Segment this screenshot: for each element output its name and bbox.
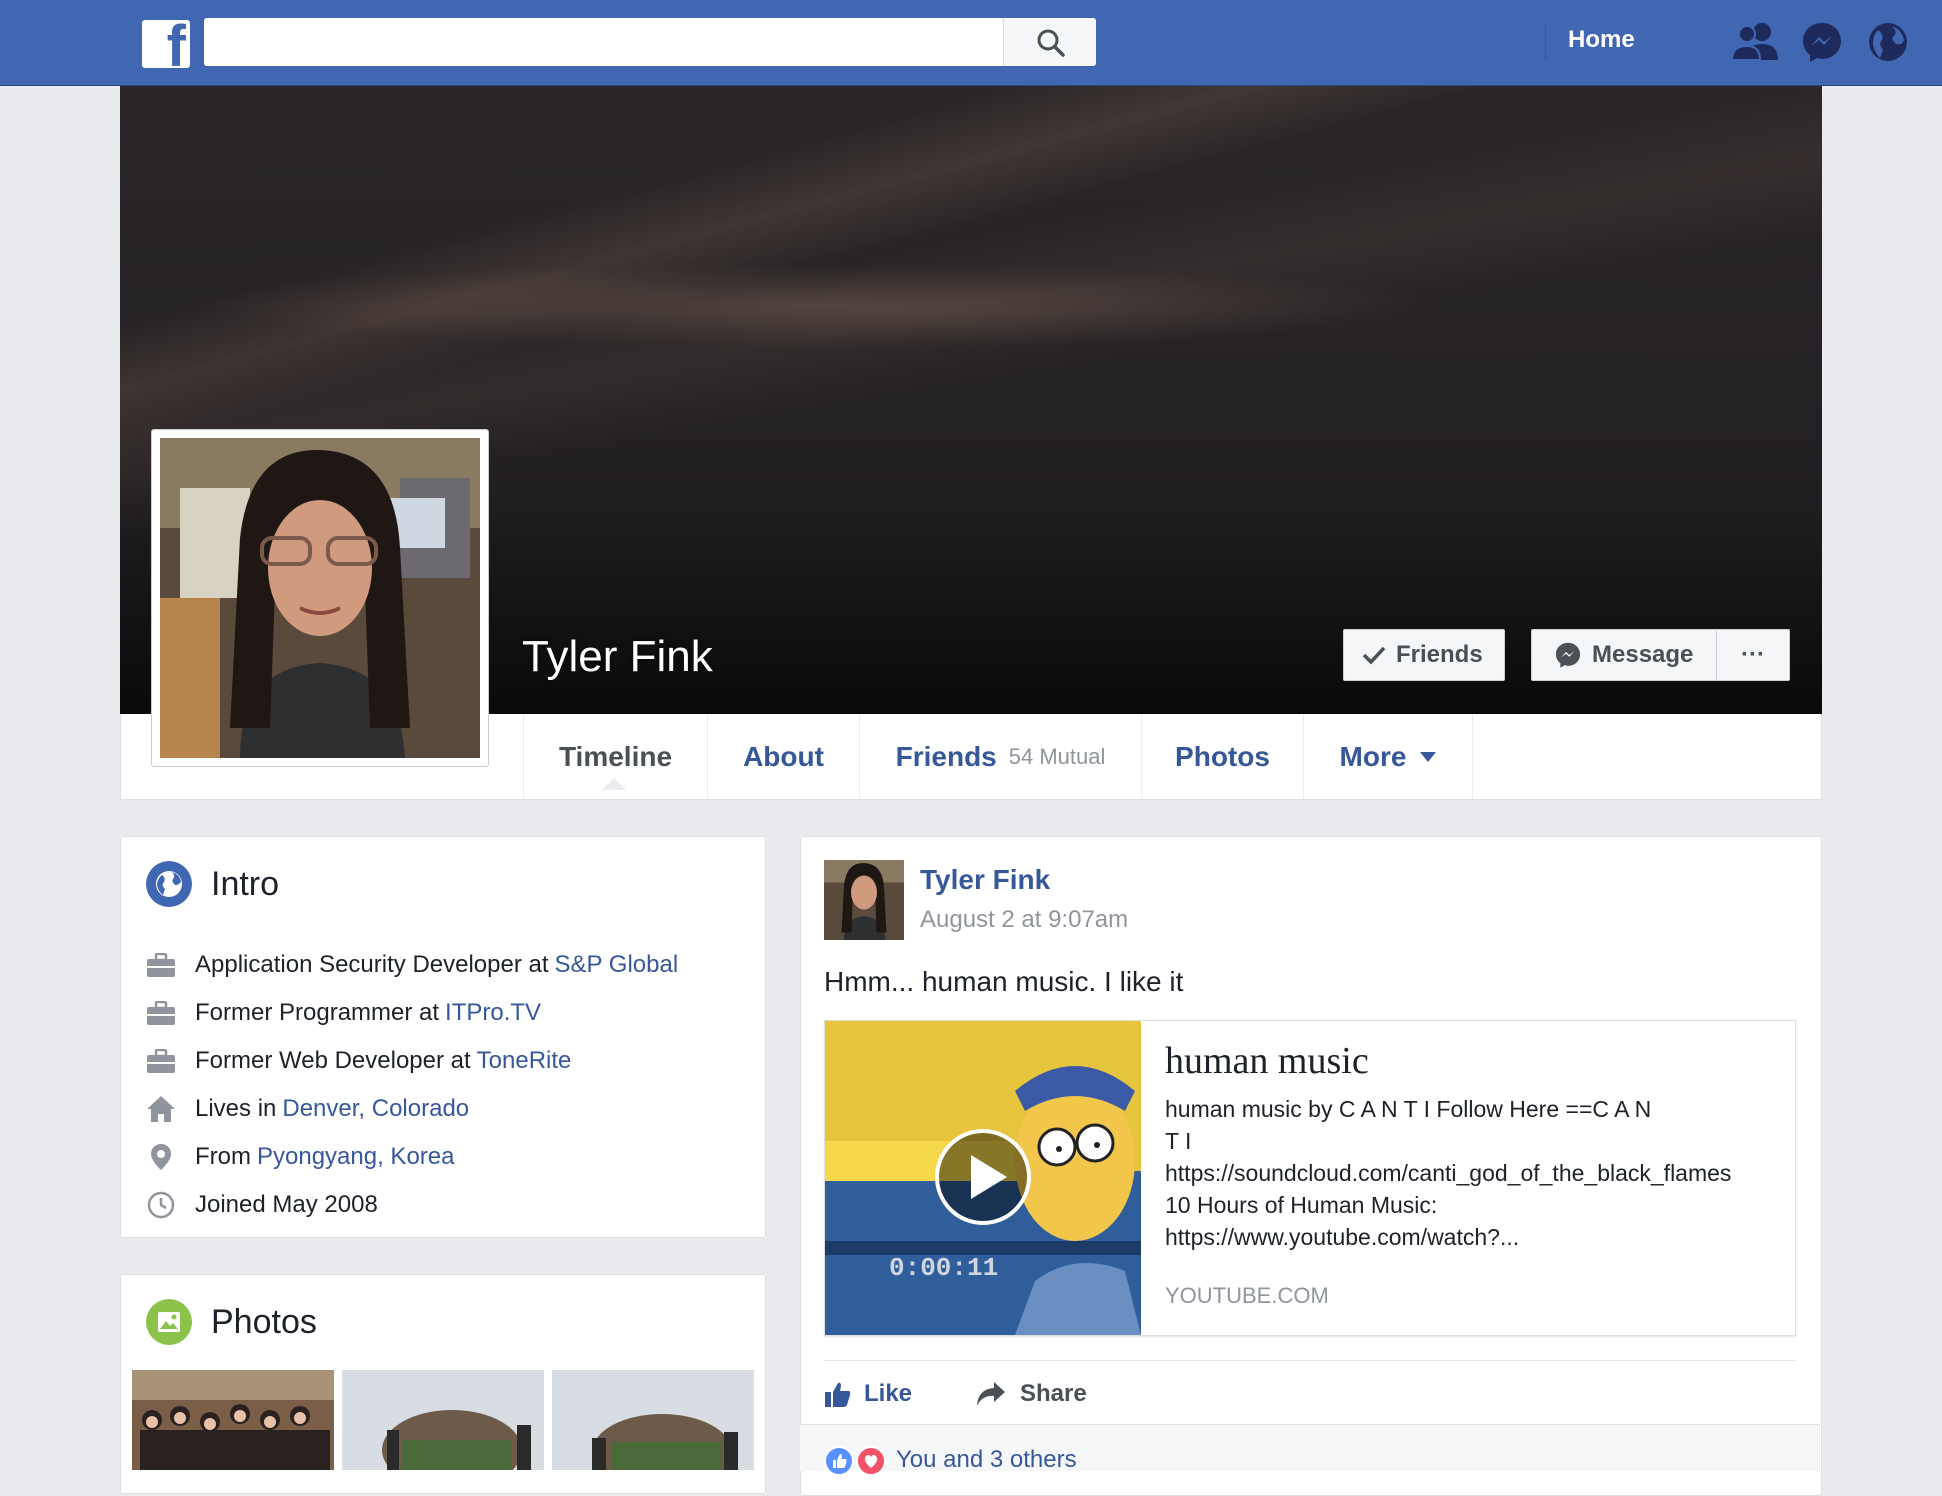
attachment-desc-line: 10 Hours of Human Music: [1165, 1192, 1438, 1218]
intro-lives-text: Lives in [195, 1095, 277, 1122]
tab-friends[interactable]: Friends 54 Mutual [859, 714, 1141, 799]
tab-about[interactable]: About [707, 714, 859, 799]
share-button[interactable]: Share [976, 1374, 1087, 1414]
intro-lives-row: Lives in Denver, Colorado [145, 1091, 469, 1127]
like-label: Like [864, 1380, 913, 1407]
reaction-like-icon [824, 1446, 854, 1476]
thumbs-up-icon [825, 1382, 851, 1407]
tab-photos[interactable]: Photos [1141, 714, 1303, 799]
attachment-desc-line: https://www.youtube.com/watch?... [1165, 1224, 1520, 1250]
tab-more-label: More [1339, 740, 1407, 772]
attachment-description: human music by C A N T I Follow Here ==C… [1165, 1093, 1775, 1253]
reaction-love-icon [856, 1446, 886, 1476]
messenger-icon[interactable] [1800, 20, 1844, 64]
post-timestamp[interactable]: August 2 at 9:07am [920, 906, 1128, 934]
profile-name: Tyler Fink [522, 632, 713, 681]
more-options-button[interactable]: ··· [1716, 629, 1790, 681]
intro-from-text: From [195, 1143, 251, 1170]
photo-thumbnail[interactable] [342, 1370, 544, 1470]
intro-work-row: Former Web Developer at ToneRite [145, 1043, 571, 1079]
employer-link[interactable]: S&P Global [555, 951, 679, 979]
tab-about-label: About [743, 740, 824, 772]
employer-link[interactable]: ToneRite [477, 1047, 572, 1075]
intro-joined-row: Joined May 2008 [145, 1187, 378, 1223]
search-button[interactable] [1003, 18, 1096, 66]
post-text: Hmm... human music. I like it [824, 966, 1184, 997]
active-tab-indicator [602, 778, 626, 790]
tab-more[interactable]: More [1303, 714, 1473, 799]
friends-status-button[interactable]: Friends [1343, 629, 1505, 681]
messenger-icon [1555, 642, 1581, 668]
intro-work-row: Former Programmer at ITPro.TV [145, 995, 541, 1031]
tab-friends-label: Friends [895, 740, 997, 772]
friends-button-label: Friends [1396, 641, 1483, 668]
home-icon [145, 1093, 177, 1125]
employer-link[interactable]: ITPro.TV [445, 999, 541, 1027]
intro-title: Intro [211, 865, 280, 903]
tab-photos-label: Photos [1175, 740, 1270, 772]
intro-work-text: Former Programmer at [195, 999, 440, 1026]
photo-thumbnail[interactable] [552, 1370, 754, 1470]
attachment-title[interactable]: human music [1165, 1039, 1369, 1083]
like-button[interactable]: Like [824, 1374, 912, 1414]
photo-thumbnail[interactable] [132, 1370, 334, 1470]
share-arrow-icon [977, 1382, 1005, 1406]
post-author-name[interactable]: Tyler Fink [920, 864, 1050, 896]
current-city-link[interactable]: Denver, Colorado [282, 1095, 469, 1123]
home-link[interactable]: Home [1568, 26, 1635, 54]
top-navigation-bar: f Home [0, 0, 1942, 86]
tab-timeline-label: Timeline [558, 740, 673, 772]
post-divider [824, 1360, 1796, 1361]
intro-joined-text: Joined May 2008 [195, 1191, 378, 1218]
message-button[interactable]: Message [1531, 629, 1717, 681]
briefcase-icon [145, 997, 177, 1029]
intro-from-row: From Pyongyang, Korea [145, 1139, 454, 1175]
clock-icon [145, 1189, 177, 1221]
message-button-label: Message [1592, 641, 1694, 668]
profile-picture[interactable] [151, 429, 489, 767]
caret-down-icon [1420, 751, 1437, 762]
photos-title: Photos [211, 1303, 317, 1341]
search-box [204, 18, 1096, 66]
attachment-source: YOUTUBE.COM [1165, 1283, 1329, 1308]
briefcase-icon [145, 1045, 177, 1077]
friend-requests-icon[interactable] [1730, 20, 1780, 64]
attachment-desc-line: https://soundcloud.com/canti_god_of_the_… [1165, 1160, 1732, 1186]
attachment-desc-line: human music by C A N T I Follow Here ==C… [1165, 1096, 1652, 1122]
facebook-logo-icon[interactable]: f [142, 20, 190, 68]
briefcase-icon [145, 949, 177, 981]
post-author-avatar[interactable] [824, 860, 904, 940]
notifications-globe-icon[interactable] [1866, 20, 1910, 64]
hometown-link[interactable]: Pyongyang, Korea [257, 1143, 454, 1171]
video-thumbnail[interactable]: 0:00:11 [825, 1021, 1141, 1335]
intro-work-text: Former Web Developer at [195, 1047, 471, 1074]
attachment-desc-line: T I [1165, 1128, 1192, 1154]
photos-icon [146, 1299, 192, 1345]
location-pin-icon [145, 1141, 177, 1173]
checkmark-icon [1362, 646, 1386, 665]
profile-photo-image [160, 438, 480, 758]
globe-icon [146, 861, 192, 907]
nav-divider [1545, 24, 1546, 60]
link-attachment[interactable]: 0:00:11 human music human music by C A N… [824, 1020, 1796, 1336]
search-icon [1037, 29, 1065, 57]
video-timestamp: 0:00:11 [889, 1253, 998, 1283]
intro-work-row: Application Security Developer at S&P Gl… [145, 947, 678, 983]
intro-work-text: Application Security Developer at [195, 951, 549, 978]
search-input[interactable] [204, 18, 1004, 66]
intro-card: Intro Application Security Developer at … [120, 836, 766, 1238]
share-label: Share [1020, 1380, 1087, 1407]
mutual-friends-count: 54 Mutual [1008, 743, 1106, 769]
